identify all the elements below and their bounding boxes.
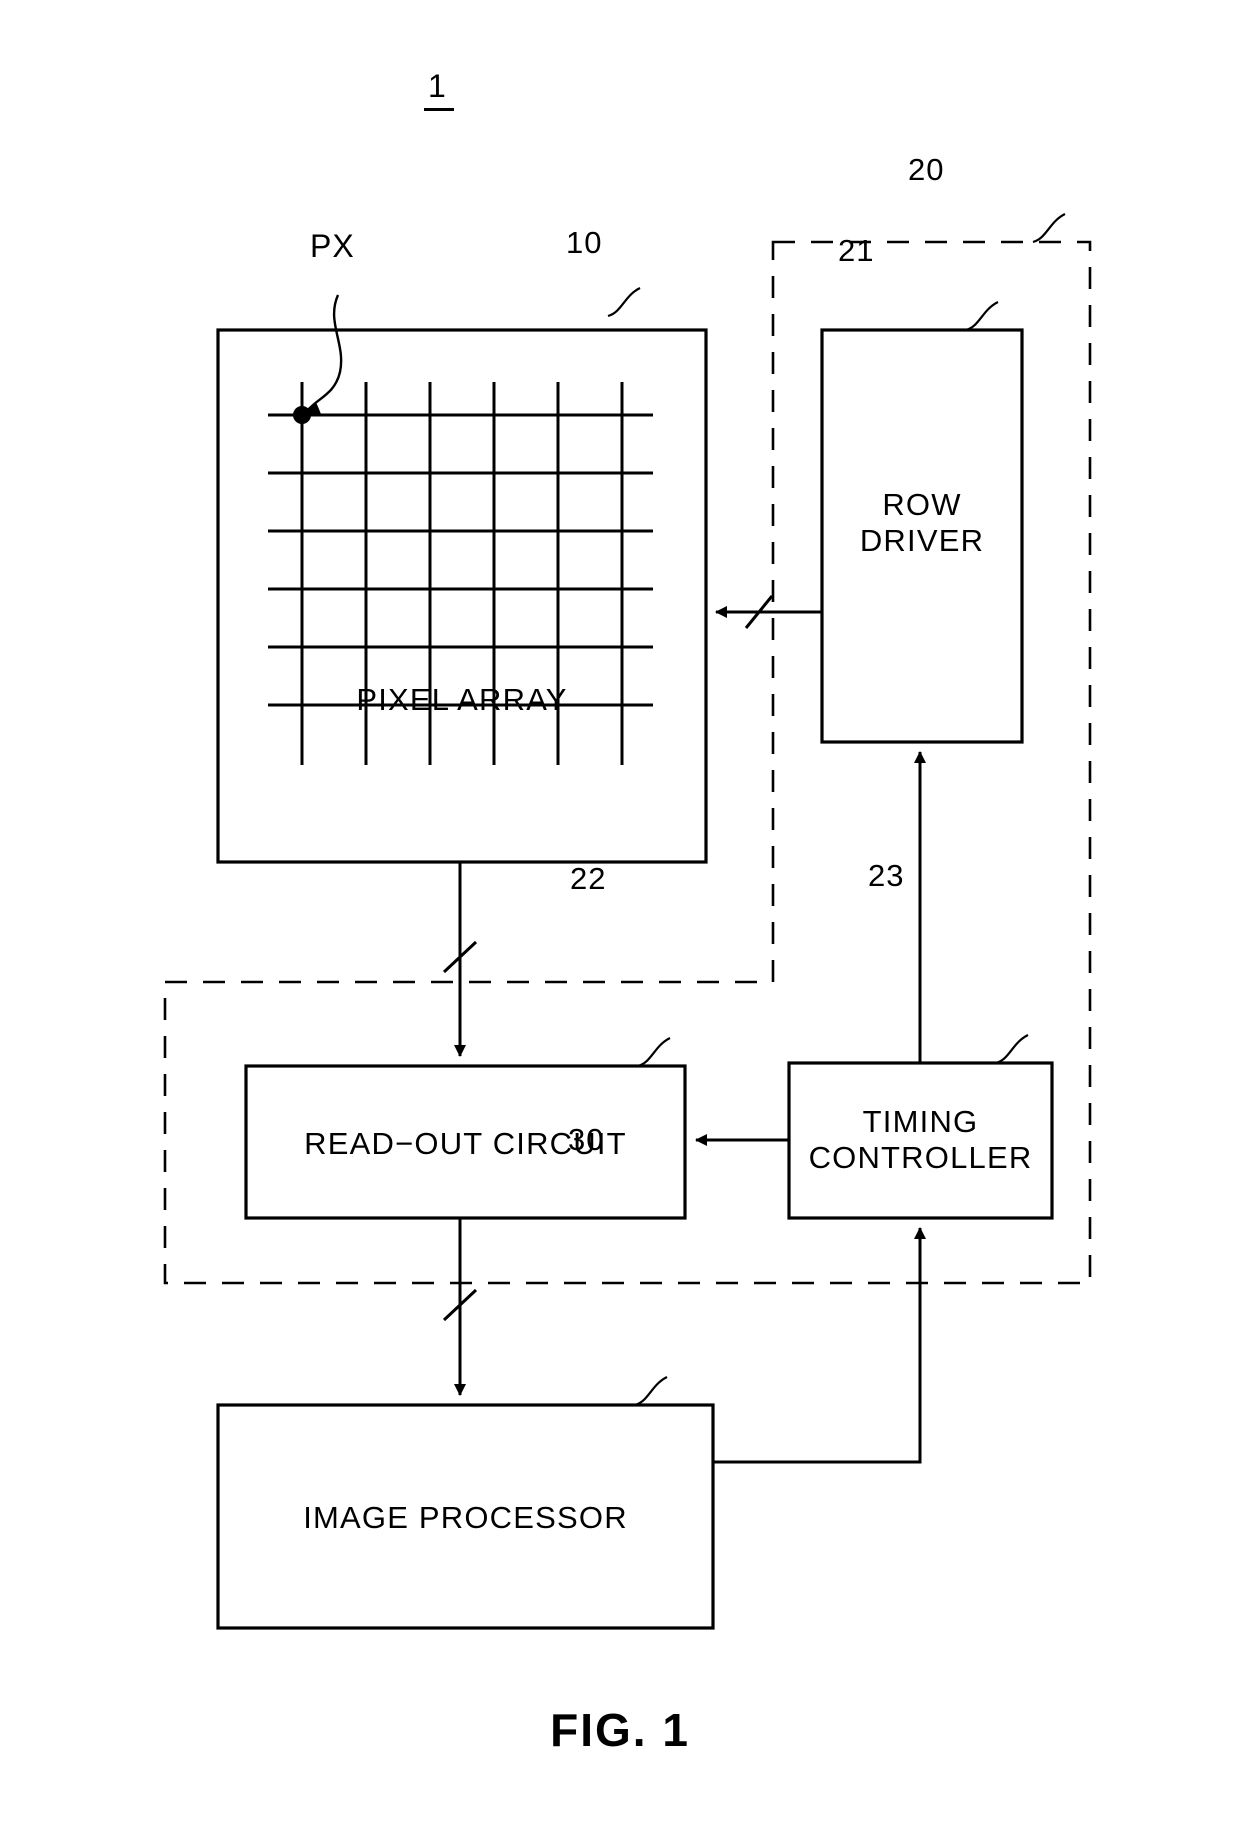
- row-driver-label-line2: DRIVER: [859, 522, 985, 558]
- ref-numeral-10: 10: [566, 225, 603, 260]
- ref-leader-22: [637, 1037, 671, 1068]
- ref-leader-30: [634, 1376, 668, 1407]
- ref-leader-10: [607, 287, 641, 318]
- timing-controller-label-line2: CONTROLLER: [808, 1139, 1033, 1175]
- pixel-array-label: PIXEL ARRAY: [356, 682, 568, 717]
- ref-leader-21: [965, 301, 999, 332]
- figure-title-underline: [424, 108, 454, 111]
- ref-numeral-22: 22: [570, 861, 607, 896]
- arrow-imageprocessor-to-timing: [713, 1227, 926, 1464]
- image-processor-label: IMAGE PROCESSOR: [303, 1500, 628, 1535]
- pixel-array-box: [216, 328, 708, 864]
- ref-numeral-21: 21: [838, 233, 875, 268]
- px-leader-line: [307, 294, 343, 411]
- figure-title-number: 1: [428, 68, 447, 104]
- figure-line-art: [163, 213, 1092, 1630]
- ref-leader-23: [995, 1034, 1029, 1065]
- timing-controller-label-line1: TIMING: [862, 1104, 979, 1139]
- row-driver-label-line1: ROW: [882, 487, 962, 522]
- ref-numeral-23: 23: [868, 858, 905, 893]
- ref-leader-20: [1032, 213, 1066, 244]
- px-label: PX: [310, 228, 355, 264]
- figure-caption: FIG. 1: [550, 1704, 690, 1756]
- patent-figure: 1 PX 10 20 21 22 23 30 PIXEL ARRAY ROW D…: [0, 0, 1240, 1828]
- timing-controller-label: TIMING CONTROLLER: [789, 1104, 1052, 1176]
- ref-numeral-20: 20: [908, 152, 945, 187]
- read-out-circuit-label: READ−OUT CIRCUIT: [304, 1126, 627, 1161]
- row-driver-label: ROW DRIVER: [822, 487, 1022, 559]
